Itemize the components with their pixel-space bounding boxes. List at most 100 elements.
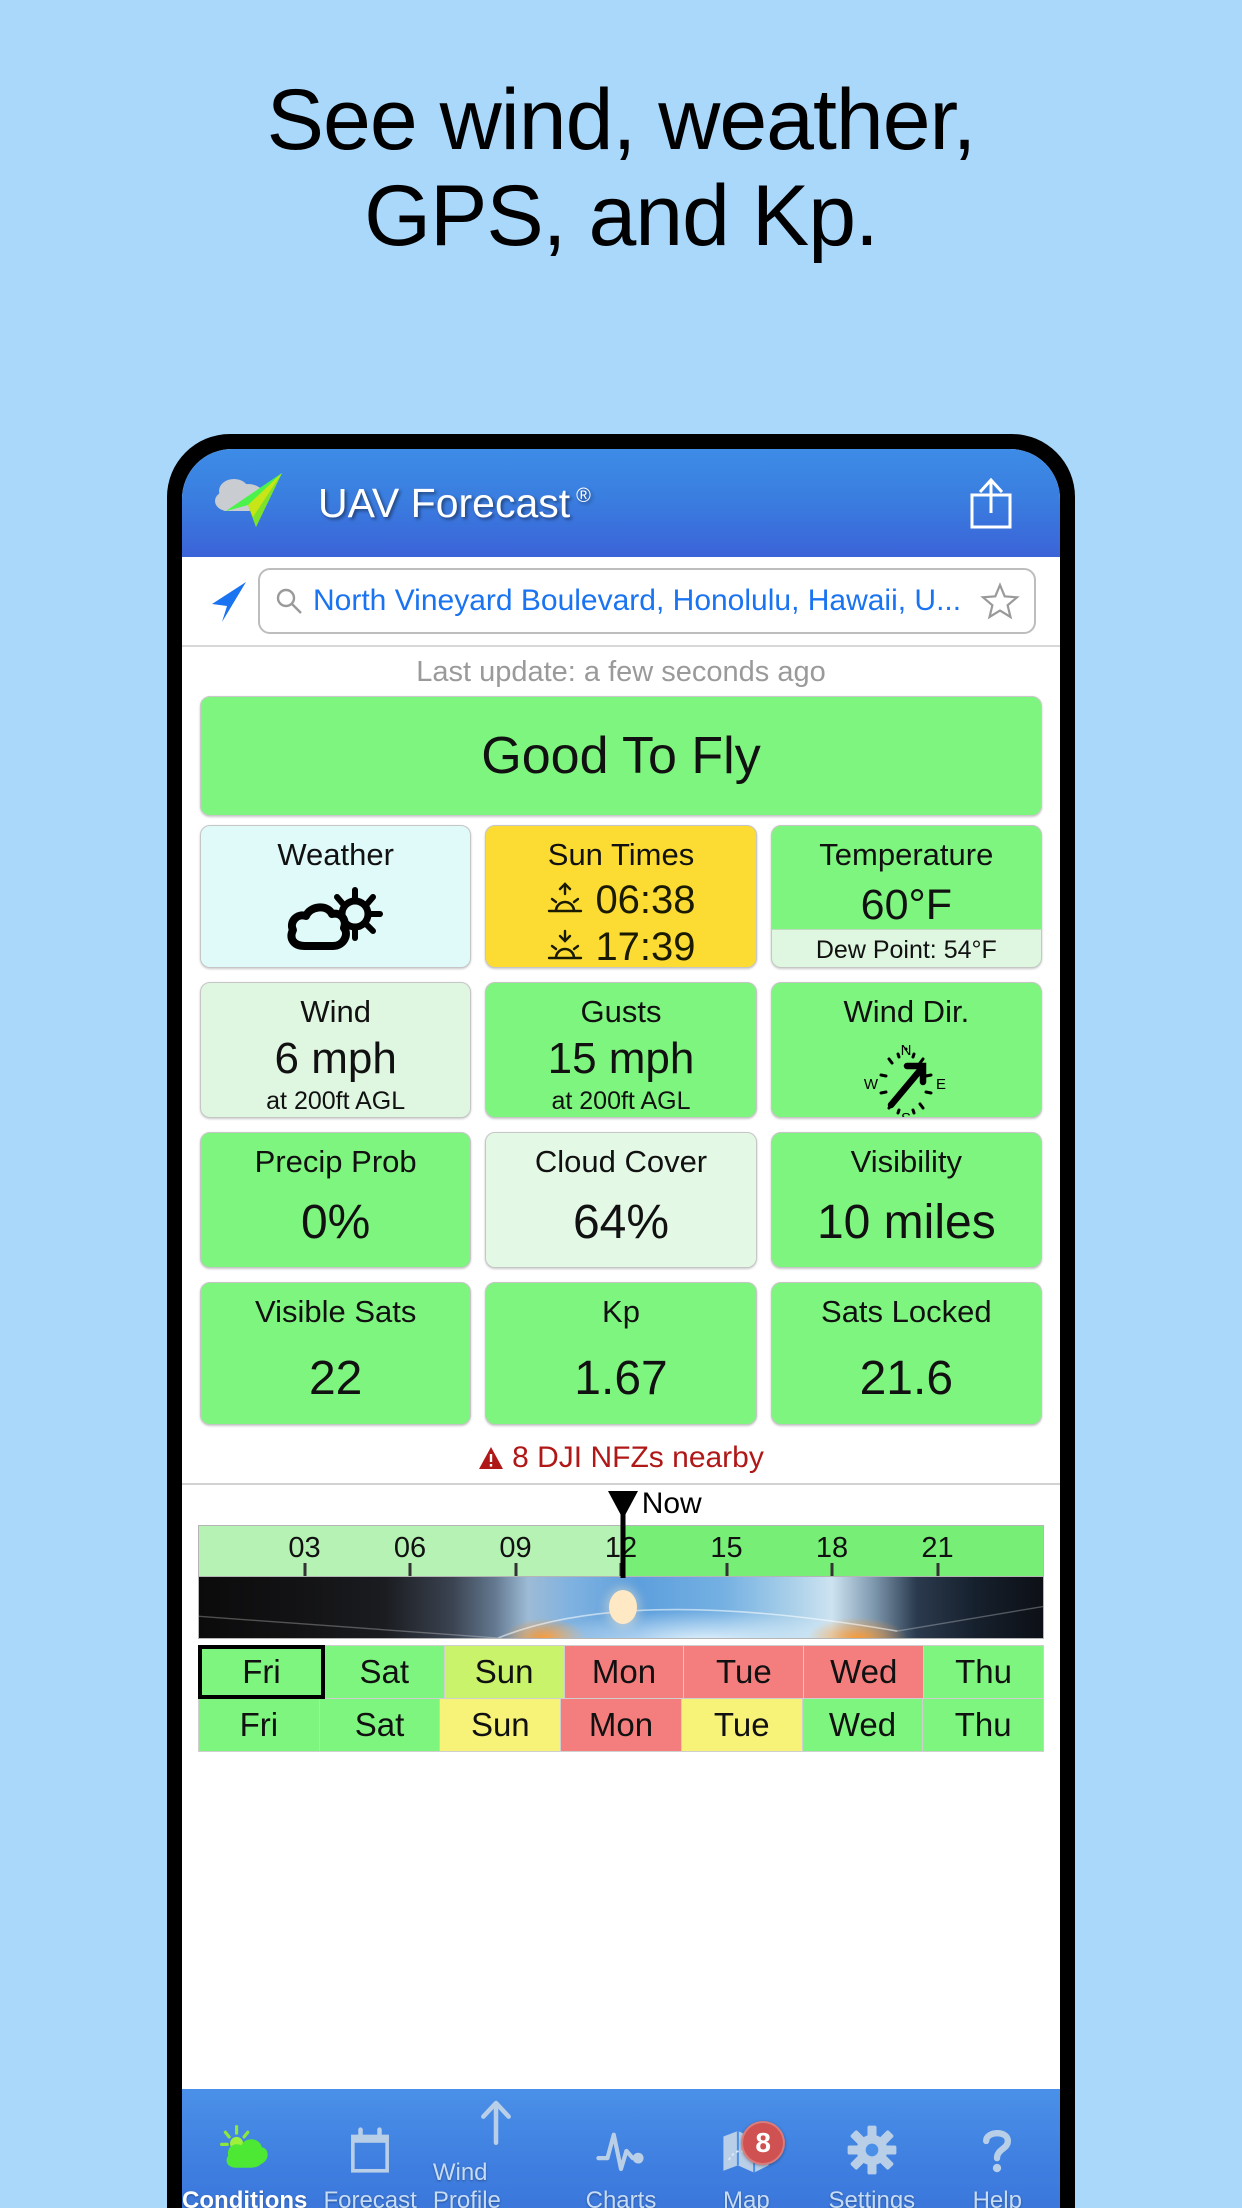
gusts-value: 15 mph — [547, 1034, 695, 1084]
wind-value: 6 mph — [274, 1034, 397, 1084]
bottom-nav: Conditions Forecast Wind Profile Charts … — [182, 2089, 1060, 2208]
star-outline-icon[interactable] — [980, 581, 1020, 621]
nav-item-help[interactable]: Help — [935, 2119, 1060, 2208]
sunset-time: 17:39 — [595, 925, 696, 968]
app-title-text: UAV Forecast — [318, 479, 571, 526]
kp-value: 1.67 — [574, 1352, 668, 1406]
calendar-icon — [339, 2119, 401, 2181]
sunrise-row: 06:38 — [546, 878, 696, 923]
timeline-tick — [514, 1563, 517, 1576]
sky-gradient-strip[interactable] — [198, 1577, 1044, 1639]
nav-item-forecast[interactable]: Forecast — [307, 2119, 432, 2208]
visibility-card[interactable]: Visibility 10 miles — [770, 1132, 1042, 1268]
compass-icon: N S E W — [853, 1035, 959, 1118]
day-tabs-row-1: Fri Sat Sun Mon Tue Wed Thu — [198, 1645, 1045, 1699]
cloud-cover-card-title: Cloud Cover — [534, 1144, 708, 1179]
day-tab-sat[interactable]: Sat — [323, 1645, 445, 1699]
precip-prob-value: 0% — [300, 1196, 371, 1250]
nav-item-wind-profile[interactable]: Wind Profile — [433, 2091, 558, 2208]
timeline-hour-bar[interactable]: 03 06 09 12 15 18 21 — [198, 1514, 1044, 1578]
fly-status-banner[interactable]: Good To Fly — [200, 696, 1042, 816]
last-update-label: Last update: a few seconds ago — [416, 656, 826, 688]
timeline-hour-label: 06 — [393, 1532, 427, 1564]
sats-locked-card-title: Sats Locked — [821, 1294, 992, 1329]
day-tab2-fri[interactable]: Fri — [198, 1698, 320, 1752]
nfz-warning-text: 8 DJI NFZs nearby — [512, 1441, 764, 1474]
day-tabs-row-2: Fri Sat Sun Mon Tue Wed Thu — [198, 1698, 1045, 1752]
day-tab2-sat[interactable]: Sat — [318, 1698, 441, 1752]
nav-label-settings: Settings — [828, 2187, 916, 2208]
sunset-row: 17:39 — [546, 925, 696, 968]
sunrise-icon — [546, 881, 584, 920]
wind-card-title: Wind — [300, 994, 371, 1029]
registered-mark: ® — [576, 484, 591, 507]
temperature-card[interactable]: Temperature 60°F Dew Point: 54°F — [770, 825, 1042, 968]
day-tab-wed[interactable]: Wed — [803, 1645, 925, 1699]
nav-label-wind-profile: Wind Profile — [432, 2159, 501, 2208]
uav-forecast-logo-icon — [212, 465, 296, 541]
day-tab-tue[interactable]: Tue — [683, 1645, 805, 1699]
nav-label-help: Help — [972, 2187, 1022, 2208]
precip-prob-card-title: Precip Prob — [254, 1144, 417, 1179]
temperature-value: 60°F — [860, 881, 952, 930]
question-mark-icon — [966, 2119, 1028, 2181]
day-tab2-thu[interactable]: Thu — [922, 1698, 1045, 1752]
day-tab2-wed[interactable]: Wed — [801, 1698, 924, 1752]
cloud-cover-card[interactable]: Cloud Cover 64% — [485, 1132, 757, 1268]
weather-card[interactable]: Weather — [200, 825, 472, 968]
dew-point-value: Dew Point: 54°F — [771, 929, 1041, 967]
visible-sats-card[interactable]: Visible Sats 22 — [200, 1282, 472, 1425]
sun-times-card[interactable]: Sun Times 06:38 17:39 — [485, 825, 757, 968]
partly-cloudy-icon — [283, 880, 388, 958]
navigation-arrow-icon[interactable] — [200, 578, 258, 624]
gear-icon — [841, 2119, 903, 2181]
kp-card[interactable]: Kp 1.67 — [485, 1282, 757, 1425]
card-row-1: Weather Sun Times 06:38 17:39 Temperatur… — [200, 825, 1042, 968]
nav-item-map[interactable]: 8 Map — [684, 2119, 809, 2208]
nav-item-settings[interactable]: Settings — [809, 2119, 934, 2208]
timeline-tick — [936, 1563, 939, 1576]
temperature-main: Temperature 60°F — [772, 826, 1041, 929]
share-icon[interactable] — [964, 475, 1018, 535]
nav-item-charts[interactable]: Charts — [558, 2119, 683, 2208]
promo-headline: See wind, weather, GPS, and Kp. — [0, 72, 1242, 265]
day-tab-sun[interactable]: Sun — [443, 1645, 565, 1699]
cloud-cover-value: 64% — [572, 1196, 670, 1250]
wind-direction-card[interactable]: Wind Dir. N E W — [770, 982, 1042, 1118]
day-tab-mon[interactable]: Mon — [563, 1645, 685, 1699]
sun-times-values: 06:38 17:39 — [546, 876, 696, 968]
timeline-tick — [408, 1563, 412, 1576]
search-input[interactable]: North Vineyard Boulevard, Honolulu, Hawa… — [258, 568, 1036, 634]
nav-label-forecast: Forecast — [323, 2187, 417, 2208]
visible-sats-value: 22 — [308, 1352, 363, 1406]
day-tab-thu[interactable]: Thu — [923, 1645, 1045, 1699]
wind-card[interactable]: Wind 6 mph at 200ft AGL — [200, 982, 472, 1118]
sats-locked-card[interactable]: Sats Locked 21.6 — [770, 1282, 1042, 1425]
visibility-value: 10 miles — [816, 1196, 996, 1250]
gusts-card[interactable]: Gusts 15 mph at 200ft AGL — [485, 982, 757, 1118]
compass-south-label: S — [901, 1110, 911, 1118]
conditions-content: Last update: a few seconds ago Good To F… — [182, 647, 1060, 2089]
precip-prob-card[interactable]: Precip Prob 0% — [200, 1132, 472, 1268]
wind-altitude: at 200ft AGL — [266, 1087, 406, 1116]
sun-position-dot — [608, 1590, 637, 1625]
timeline-hour-label: 09 — [499, 1532, 532, 1564]
kp-card-title: Kp — [602, 1294, 640, 1329]
warning-triangle-icon — [479, 1447, 504, 1469]
promo-page: See wind, weather, GPS, and Kp. UAV Fore… — [0, 0, 1242, 2208]
compass-west-label: W — [864, 1076, 879, 1093]
now-marker: Now — [607, 1487, 702, 1520]
up-arrow-icon — [465, 2091, 527, 2153]
search-icon — [274, 586, 304, 616]
day-tab2-sun[interactable]: Sun — [439, 1698, 562, 1752]
sun-times-card-title: Sun Times — [547, 837, 695, 872]
day-tab2-mon[interactable]: Mon — [560, 1698, 682, 1752]
gusts-altitude: at 200ft AGL — [551, 1087, 691, 1116]
timeline-tick — [725, 1563, 728, 1576]
now-label: Now — [641, 1487, 702, 1520]
nfz-warning[interactable]: 8 DJI NFZs nearby — [182, 1439, 1060, 1485]
day-tab2-tue[interactable]: Tue — [680, 1698, 803, 1752]
card-row-2: Wind 6 mph at 200ft AGL Gusts 15 mph at … — [200, 982, 1042, 1118]
day-tab-fri[interactable]: Fri — [198, 1645, 325, 1699]
nav-item-conditions[interactable]: Conditions — [182, 2119, 307, 2208]
